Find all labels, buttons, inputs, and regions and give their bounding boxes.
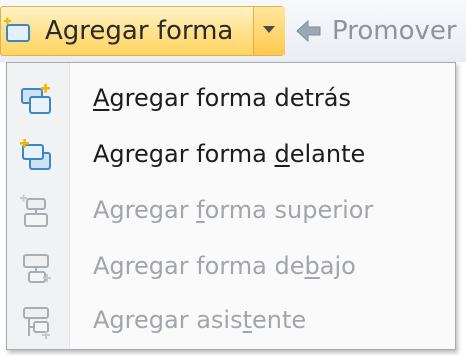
menu-item-label: Agregar forma delante — [93, 140, 366, 168]
menu-item-add-shape-behind[interactable]: Agregar forma detrás — [7, 73, 455, 125]
menu-item-label: Agregar asistente — [93, 306, 307, 334]
add-shape-menu: Agregar forma detrás Agregar forma delan… — [6, 62, 456, 350]
add-shape-dropdown-arrow[interactable] — [253, 7, 285, 55]
toolbar: Agregar forma Promover — [0, 0, 466, 62]
add-shape-in-front-icon — [19, 139, 53, 173]
add-assistant-icon — [19, 305, 53, 339]
chevron-down-icon — [263, 26, 275, 33]
menu-item-label: Agregar forma superior — [93, 196, 374, 224]
add-shape-icon — [3, 17, 33, 45]
add-shape-above-icon — [19, 194, 53, 229]
menu-item-label: Agregar forma debajo — [93, 252, 356, 280]
menu-item-label: Agregar forma detrás — [93, 84, 351, 112]
menu-item-add-shape-in-front[interactable]: Agregar forma delante — [7, 129, 455, 181]
menu-item-add-assistant[interactable]: Agregar asistente — [7, 295, 455, 347]
add-shape-behind-icon — [19, 83, 53, 117]
add-shape-button-label: Agregar forma — [45, 16, 234, 46]
menu-item-add-shape-above[interactable]: Agregar forma superior — [7, 185, 455, 237]
add-shape-split-button[interactable]: Agregar forma — [0, 6, 285, 56]
add-shape-below-icon — [19, 251, 53, 285]
menu-item-add-shape-below[interactable]: Agregar forma debajo — [7, 241, 455, 293]
promote-label: Promover — [332, 16, 457, 46]
arrow-left-icon — [296, 18, 322, 48]
